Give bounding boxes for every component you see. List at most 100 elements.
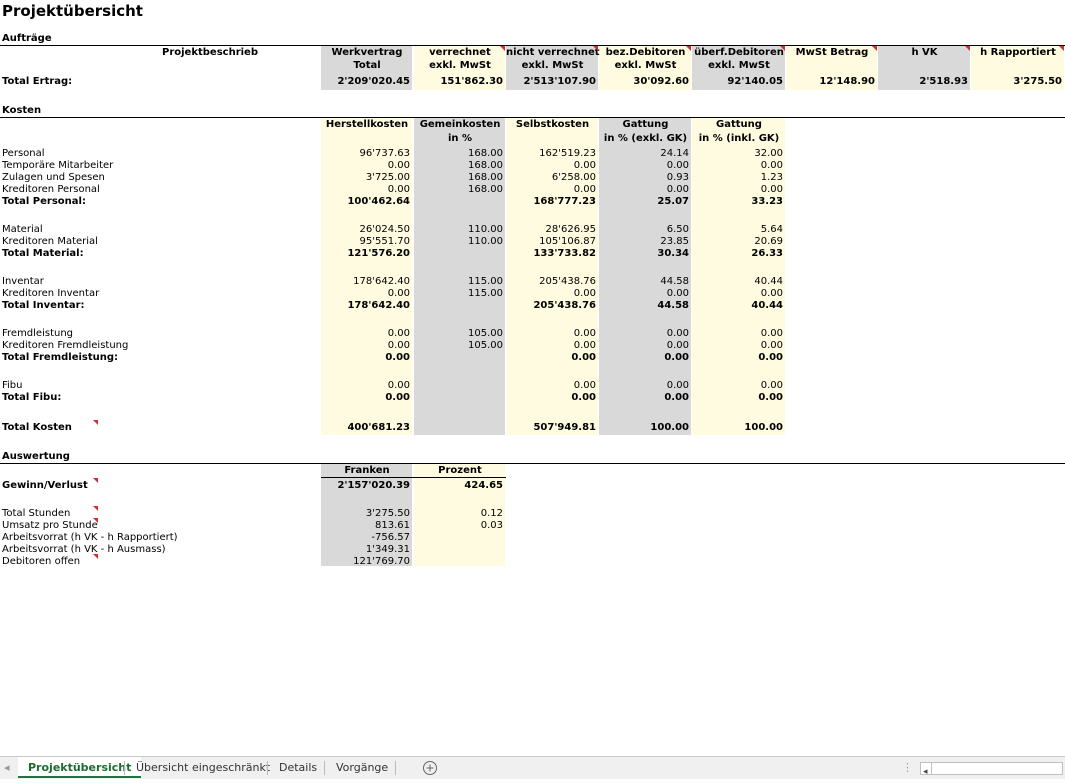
comment-marker-icon[interactable] <box>593 46 598 51</box>
table-cell[interactable]: 0.00 <box>692 328 783 340</box>
table-cell[interactable]: 105'106.87 <box>506 236 596 248</box>
table-cell[interactable]: 0.00 <box>506 160 596 172</box>
franken-cell[interactable]: 813.61 <box>321 520 410 532</box>
table-cell[interactable]: 507'949.81 <box>506 422 596 434</box>
table-cell[interactable]: 0.00 <box>599 184 689 196</box>
table-cell[interactable]: 0.00 <box>599 328 689 340</box>
comment-marker-icon[interactable] <box>93 420 98 425</box>
total-ertrag-value[interactable]: 2'518.93 <box>878 76 968 88</box>
table-cell[interactable]: 178'642.40 <box>321 300 410 312</box>
comment-marker-icon[interactable] <box>93 518 98 523</box>
table-cell[interactable]: 44.58 <box>599 276 689 288</box>
total-ertrag-value[interactable]: 151'862.30 <box>414 76 503 88</box>
table-cell[interactable]: 105.00 <box>414 328 503 340</box>
table-cell[interactable]: 0.00 <box>506 352 596 364</box>
comment-marker-icon[interactable] <box>965 46 970 51</box>
franken-cell[interactable]: -756.57 <box>321 532 410 544</box>
total-ertrag-value[interactable]: 2'209'020.45 <box>321 76 410 88</box>
table-cell[interactable]: 0.00 <box>599 160 689 172</box>
table-cell[interactable]: 20.69 <box>692 236 783 248</box>
tab-vorgaenge[interactable]: Vorgänge <box>327 757 397 778</box>
table-cell[interactable]: 33.23 <box>692 196 783 208</box>
table-cell[interactable]: 96'737.63 <box>321 148 410 160</box>
franken-cell[interactable]: 3'275.50 <box>321 508 410 520</box>
table-cell[interactable]: 0.93 <box>599 172 689 184</box>
total-ertrag-value[interactable]: 92'140.05 <box>692 76 783 88</box>
table-cell[interactable]: 0.00 <box>599 340 689 352</box>
table-cell[interactable]: 26'024.50 <box>321 224 410 236</box>
table-cell[interactable]: 133'733.82 <box>506 248 596 260</box>
table-cell[interactable]: 32.00 <box>692 148 783 160</box>
table-cell[interactable]: 28'626.95 <box>506 224 596 236</box>
total-ertrag-value[interactable]: 12'148.90 <box>786 76 875 88</box>
table-cell[interactable]: 0.00 <box>506 288 596 300</box>
table-cell[interactable]: 168.00 <box>414 172 503 184</box>
tab-details[interactable]: Details <box>270 757 326 778</box>
table-cell[interactable]: 0.00 <box>321 352 410 364</box>
table-cell[interactable]: 0.00 <box>692 380 783 392</box>
comment-marker-icon[interactable] <box>686 46 691 51</box>
table-cell[interactable]: 44.58 <box>599 300 689 312</box>
table-cell[interactable]: 168'777.23 <box>506 196 596 208</box>
table-cell[interactable]: 0.00 <box>321 380 410 392</box>
table-cell[interactable]: 0.00 <box>506 380 596 392</box>
table-cell[interactable]: 105.00 <box>414 340 503 352</box>
table-cell[interactable]: 6.50 <box>599 224 689 236</box>
table-cell[interactable]: 178'642.40 <box>321 276 410 288</box>
table-cell[interactable]: 0.00 <box>599 288 689 300</box>
total-ertrag-value[interactable]: 30'092.60 <box>599 76 689 88</box>
prozent-cell[interactable]: 424.65 <box>414 480 503 492</box>
table-cell[interactable]: 100.00 <box>692 422 783 434</box>
table-cell[interactable]: 400'681.23 <box>321 422 410 434</box>
table-cell[interactable]: 0.00 <box>599 392 689 404</box>
tab-uebersicht-eingeschraenkt[interactable]: Übersicht eingeschränkt <box>127 757 279 778</box>
table-cell[interactable]: 6'258.00 <box>506 172 596 184</box>
table-cell[interactable]: 0.00 <box>321 392 410 404</box>
table-cell[interactable]: 40.44 <box>692 300 783 312</box>
table-cell[interactable]: 30.34 <box>599 248 689 260</box>
prozent-cell[interactable]: 0.03 <box>414 520 503 532</box>
table-cell[interactable]: 0.00 <box>692 184 783 196</box>
comment-marker-icon[interactable] <box>93 554 98 559</box>
table-cell[interactable]: 110.00 <box>414 224 503 236</box>
plus-circle-icon[interactable] <box>422 757 438 778</box>
table-cell[interactable]: 100.00 <box>599 422 689 434</box>
table-cell[interactable]: 5.64 <box>692 224 783 236</box>
franken-cell[interactable]: 1'349.31 <box>321 544 410 556</box>
table-cell[interactable]: 110.00 <box>414 236 503 248</box>
table-cell[interactable]: 0.00 <box>506 184 596 196</box>
table-cell[interactable]: 1.23 <box>692 172 783 184</box>
table-cell[interactable]: 0.00 <box>692 352 783 364</box>
table-cell[interactable]: 0.00 <box>506 328 596 340</box>
tab-projektuebersicht[interactable]: Projektübersicht <box>18 757 142 778</box>
total-ertrag-value[interactable]: 3'275.50 <box>971 76 1062 88</box>
table-cell[interactable]: 0.00 <box>321 340 410 352</box>
table-cell[interactable]: 0.00 <box>692 392 783 404</box>
more-icon[interactable]: ⋮ <box>902 757 913 778</box>
table-cell[interactable]: 0.00 <box>599 352 689 364</box>
comment-marker-icon[interactable] <box>93 478 98 483</box>
table-cell[interactable]: 23.85 <box>599 236 689 248</box>
table-cell[interactable]: 25.07 <box>599 196 689 208</box>
table-cell[interactable]: 95'551.70 <box>321 236 410 248</box>
comment-marker-icon[interactable] <box>872 46 877 51</box>
table-cell[interactable]: 3'725.00 <box>321 172 410 184</box>
horizontal-scrollbar[interactable]: ◂ <box>920 757 1063 778</box>
total-ertrag-value[interactable]: 2'513'107.90 <box>506 76 596 88</box>
table-cell[interactable]: 0.00 <box>321 160 410 172</box>
table-cell[interactable]: 0.00 <box>321 288 410 300</box>
comment-marker-icon[interactable] <box>1059 46 1064 51</box>
comment-marker-icon[interactable] <box>500 46 505 51</box>
table-cell[interactable]: 168.00 <box>414 184 503 196</box>
table-cell[interactable]: 100'462.64 <box>321 196 410 208</box>
table-cell[interactable]: 0.00 <box>599 380 689 392</box>
table-cell[interactable]: 162'519.23 <box>506 148 596 160</box>
arrow-left-icon[interactable]: ◂ <box>923 762 928 783</box>
table-cell[interactable]: 40.44 <box>692 276 783 288</box>
table-cell[interactable]: 168.00 <box>414 148 503 160</box>
table-cell[interactable]: 0.00 <box>321 328 410 340</box>
table-cell[interactable]: 168.00 <box>414 160 503 172</box>
table-cell[interactable]: 205'438.76 <box>506 300 596 312</box>
table-cell[interactable]: 0.00 <box>692 340 783 352</box>
tab-scroll-prev[interactable]: ◂ <box>4 757 14 778</box>
